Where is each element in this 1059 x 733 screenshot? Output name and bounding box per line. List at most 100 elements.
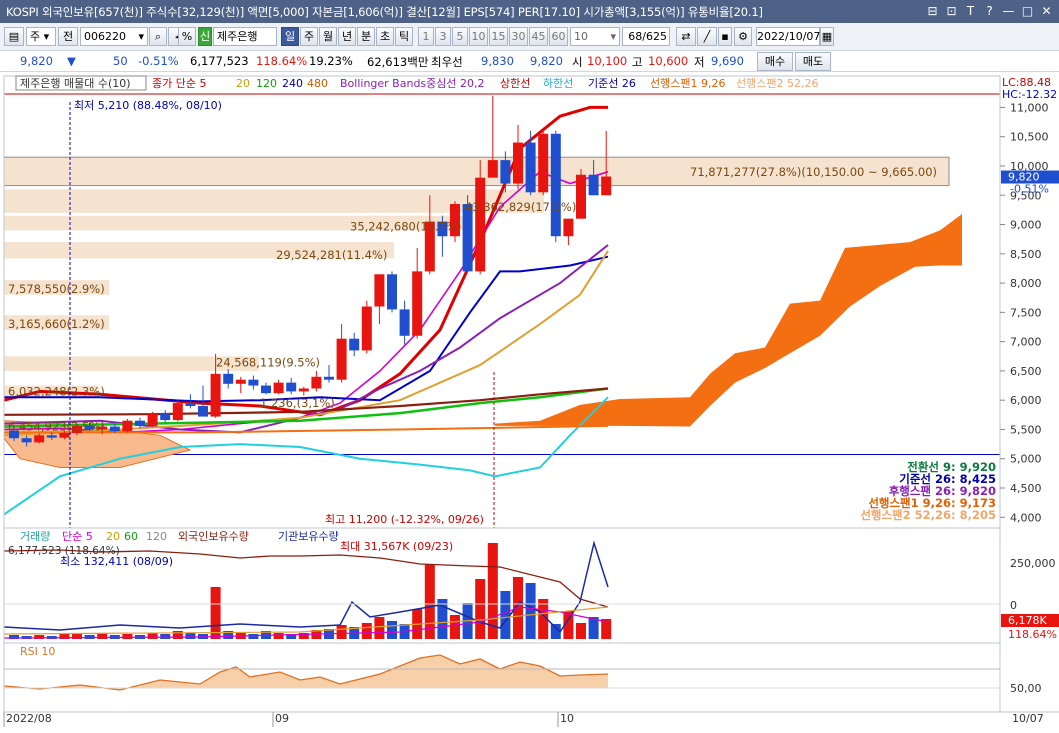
candle-body — [349, 338, 360, 351]
interval-10[interactable]: 10 — [469, 27, 488, 46]
candle-body — [387, 274, 397, 310]
stock-name-field[interactable]: 제주은행 — [213, 27, 277, 46]
price-tick-label: 6,000 — [1010, 394, 1042, 407]
interval-5[interactable]: 5 — [452, 27, 468, 46]
legend-lead1: 선행스팬1 9,26 — [650, 77, 725, 90]
vol-legend-inst: 기관보유수량 — [278, 530, 339, 543]
interval-1[interactable]: 1 — [418, 27, 434, 46]
candle-body — [135, 420, 145, 426]
legend-ma-120: 120 — [256, 77, 277, 90]
interval-30[interactable]: 30 — [509, 27, 528, 46]
window-mode-icon[interactable]: ⊟ — [924, 3, 941, 19]
period-tab-minute[interactable]: 분 — [357, 27, 375, 46]
volume-value: 6,177,523 — [190, 54, 249, 68]
date-field[interactable]: 2022/10/07 — [756, 27, 820, 46]
volume-ratio: 118.64% — [256, 54, 308, 68]
calendar-icon[interactable]: ▦ — [820, 27, 834, 46]
volume-profile-label: 35,242,680(13.7%) — [350, 219, 461, 233]
volume-bar — [387, 621, 397, 639]
volume-profile-label: 24,568,119(9.5%) — [216, 356, 320, 370]
candle-body — [172, 403, 183, 421]
candle-body — [538, 133, 549, 193]
vol-current-annotation: 6,177,523 (118.64%) — [8, 545, 120, 557]
volume-bar — [273, 633, 284, 639]
count-total: /625 — [642, 30, 667, 43]
interval-60[interactable]: 60 — [549, 27, 568, 46]
legend-ma-480: 480 — [307, 77, 328, 90]
gear-icon[interactable]: ⚙ — [734, 27, 752, 46]
volume-profile-label: 6,032,248(2.3%) — [8, 384, 105, 398]
candle-body — [487, 160, 498, 178]
price-tick-label: 8,000 — [1010, 277, 1042, 290]
candle-body — [513, 142, 523, 184]
candle-body — [34, 435, 45, 443]
price-tick-label: 9,000 — [1010, 219, 1042, 232]
candle-body — [576, 174, 586, 219]
ichimoku-value-label: 선행스팬2 52,26: 8,205 — [860, 508, 996, 522]
interval-45[interactable]: 45 — [529, 27, 548, 46]
buy-button[interactable]: 매수 — [757, 52, 793, 71]
period-tab-second[interactable]: 초 — [376, 27, 394, 46]
period-tab-day[interactable]: 일 — [281, 27, 299, 46]
volume-bar — [210, 587, 221, 639]
link-icon[interactable]: ⊡ — [943, 3, 960, 19]
chevron-down-icon: ▾ — [610, 30, 616, 43]
legend-ma-20: 20 — [236, 77, 250, 90]
low-price: 9,690 — [711, 54, 744, 68]
period-tab-year[interactable]: 년 — [338, 27, 356, 46]
volume-bar — [122, 634, 133, 639]
vol-legend-ma: 단순 5 — [62, 530, 93, 543]
help-icon[interactable]: ? — [981, 3, 998, 19]
chart-settings-icon[interactable]: ▤ — [4, 27, 24, 46]
maximize-button[interactable]: □ — [1019, 3, 1036, 19]
draw-icon[interactable]: ╱ — [697, 27, 717, 46]
percent-button[interactable]: % — [178, 27, 196, 46]
trade-amount: 62,613백만 — [367, 55, 429, 69]
volume-bar — [72, 634, 82, 639]
interval-15[interactable]: 15 — [489, 27, 508, 46]
candle-body — [286, 382, 297, 392]
open-label: 시 — [572, 55, 583, 69]
legend-lower: 하한선 — [543, 76, 573, 90]
price-chart[interactable]: 11,00010,50010,0009,5009,0008,5008,0007,… — [0, 72, 1059, 733]
stock-code-input[interactable]: 006220 ▾ — [80, 27, 148, 46]
search-icon[interactable]: ⌕ — [149, 27, 167, 46]
close-button[interactable]: ✕ — [1038, 3, 1055, 19]
font-icon[interactable]: T — [962, 3, 979, 19]
x-tick-label: 09 — [275, 712, 289, 725]
best-price-label: 최우선 — [431, 55, 463, 69]
period-tab-tick[interactable]: 틱 — [395, 27, 413, 46]
price-tick-label: 5,500 — [1010, 423, 1042, 436]
period-tab-week[interactable]: 주 — [300, 27, 318, 46]
vol-legend-20: 20 — [106, 530, 120, 543]
high-label: 고 — [632, 55, 643, 69]
volume-bar — [147, 633, 158, 639]
market-label: 주 — [30, 30, 41, 43]
down-arrow-icon: ▼ — [67, 54, 76, 68]
candle-body — [160, 413, 171, 421]
new-stock-badge: 신 — [198, 27, 212, 46]
interval-select[interactable]: 10 ▾ — [570, 27, 620, 46]
prev-button[interactable]: 전 — [58, 27, 78, 46]
count-field[interactable]: 68/625 — [622, 27, 670, 46]
sell-button[interactable]: 매도 — [795, 52, 831, 71]
minimize-button[interactable]: — — [1000, 3, 1017, 19]
volume-profile-label: 43,362,829(17.0%) — [465, 200, 576, 214]
market-select[interactable]: 주 ▾ — [26, 27, 56, 46]
period-tab-month[interactable]: 월 — [319, 27, 337, 46]
volume-bar — [361, 623, 372, 639]
candle-body — [500, 160, 511, 184]
candle-body — [601, 176, 612, 196]
dropdown-icon: ▾ — [138, 30, 144, 43]
volume-bar — [525, 583, 536, 639]
interval-3[interactable]: 3 — [435, 27, 451, 46]
candle-body — [462, 204, 473, 272]
candle-body — [298, 388, 309, 392]
volume-bar — [450, 615, 460, 639]
candle-body — [525, 142, 536, 193]
tool-icon[interactable]: ⇄ — [676, 27, 696, 46]
save-icon[interactable]: ▪ — [718, 27, 732, 46]
candle-body — [324, 376, 334, 380]
candle-body — [210, 373, 221, 417]
candle-body — [361, 306, 372, 351]
